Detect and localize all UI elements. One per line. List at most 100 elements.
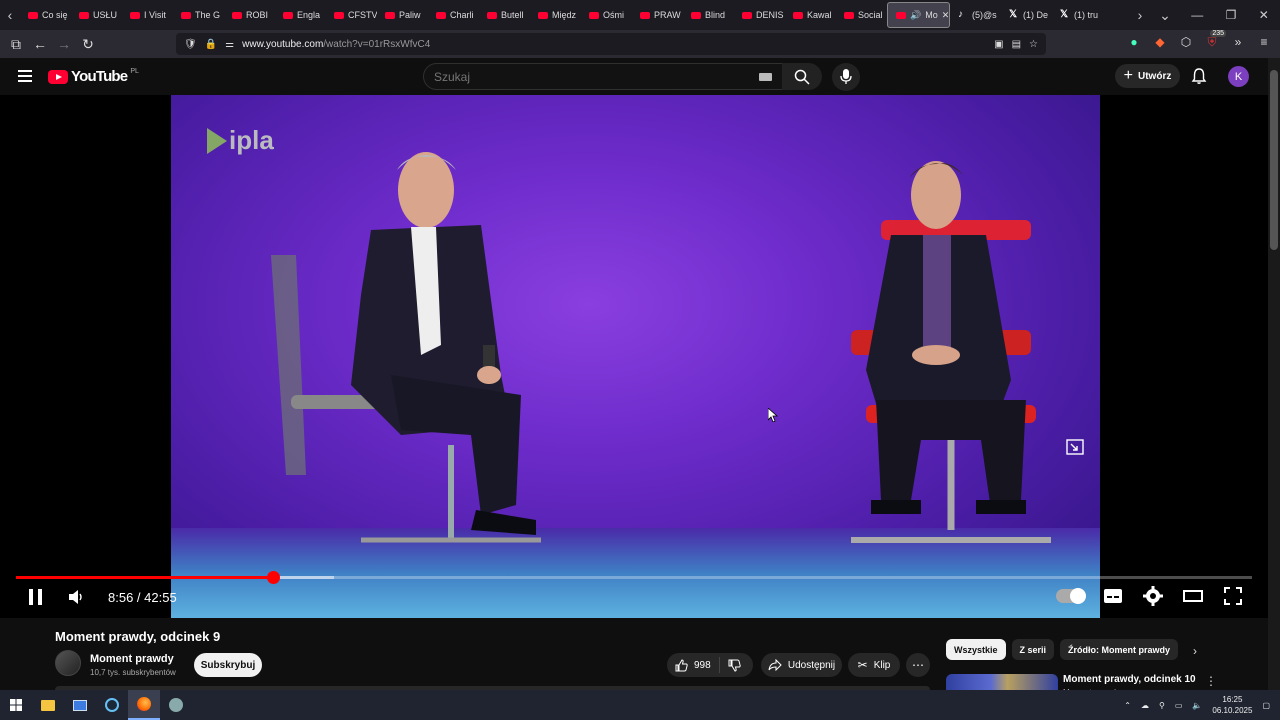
miniplayer-icon[interactable]	[1066, 439, 1084, 455]
more-actions-button[interactable]: ⋯	[906, 653, 930, 677]
theater-mode-icon[interactable]	[1182, 585, 1204, 607]
tabs-scroll-right-icon[interactable]: ›	[1130, 0, 1150, 30]
sidebar-toggle-icon[interactable]: ⧉	[4, 32, 28, 56]
chips-next-icon[interactable]: ›	[1193, 644, 1197, 658]
page-scrollbar[interactable]	[1268, 58, 1280, 690]
tab-3[interactable]: The G	[173, 2, 224, 28]
tab-10[interactable]: Międz	[530, 2, 581, 28]
back-icon[interactable]: ←	[28, 32, 52, 56]
tab-extra-2[interactable]: 𝕏 (1) tru	[1052, 2, 1103, 28]
clip-button[interactable]: ✂ Klip	[848, 653, 900, 677]
account-avatar[interactable]: K	[1228, 66, 1249, 87]
reload-icon[interactable]: ↻	[76, 32, 100, 56]
like-button[interactable]: 998	[667, 657, 720, 673]
permissions-icon[interactable]: ⚌	[225, 39, 234, 50]
tabs-scroll-left-icon[interactable]: ‹	[0, 0, 20, 30]
remote-desktop-icon[interactable]	[64, 690, 96, 720]
fullscreen-icon[interactable]	[1222, 585, 1244, 607]
channel-name[interactable]: Moment prawdy	[90, 653, 174, 665]
tab-8[interactable]: Charli	[428, 2, 479, 28]
tab-14[interactable]: DENIS	[734, 2, 785, 28]
volume-icon[interactable]	[68, 589, 84, 605]
file-explorer-icon[interactable]	[32, 690, 64, 720]
pause-icon[interactable]	[28, 588, 44, 606]
usb-icon[interactable]: ⚲	[1159, 701, 1165, 710]
picture-in-picture-icon[interactable]: ▣	[994, 39, 1003, 50]
app-icon[interactable]	[160, 690, 192, 720]
url-bar[interactable]: 🛡 🔒 ⚌ www.youtube.com/watch?v=01rRsxWfvC…	[176, 33, 1046, 55]
bookmark-star-icon[interactable]: ☆	[1029, 39, 1038, 50]
tray-expand-icon[interactable]: ⌃	[1124, 701, 1131, 710]
tab-15[interactable]: Kawal	[785, 2, 836, 28]
scrollbar-thumb[interactable]	[1270, 70, 1278, 250]
tab-4[interactable]: ROBI	[224, 2, 275, 28]
shield-icon[interactable]: 🛡	[184, 39, 197, 50]
ublock-icon[interactable]: ⛨ 235	[1204, 30, 1226, 51]
app-menu-icon[interactable]: ≡	[1256, 33, 1272, 51]
reader-view-icon[interactable]: ▤	[1012, 39, 1021, 50]
scrubber-handle[interactable]	[267, 571, 281, 584]
tab-16[interactable]: Social	[836, 2, 887, 28]
channel-avatar[interactable]	[55, 650, 81, 676]
steam-icon[interactable]	[96, 690, 128, 720]
subtitles-icon[interactable]	[1102, 585, 1124, 607]
search-box[interactable]	[423, 63, 783, 90]
recommended-title[interactable]: Moment prawdy, odcinek 10	[1063, 674, 1196, 685]
tab-9[interactable]: Butell	[479, 2, 530, 28]
subscribe-button[interactable]: Subskrybuj	[194, 653, 262, 677]
tab-7[interactable]: Paliw	[377, 2, 428, 28]
tab-active[interactable]: 🔊 Mo ✕	[887, 2, 950, 28]
progress-bar[interactable]	[16, 571, 1252, 584]
overflow-chevron-icon[interactable]: »	[1230, 33, 1246, 51]
youtube-logo[interactable]: YouTube PL	[48, 68, 139, 85]
tab-extra-1[interactable]: 𝕏 (1) De	[1001, 2, 1052, 28]
url-text[interactable]: www.youtube.com/watch?v=01rRsxWfvC4	[242, 39, 430, 50]
lock-icon[interactable]: 🔒	[205, 39, 217, 50]
settings-gear-icon[interactable]	[1142, 585, 1164, 607]
vpn-extension-icon[interactable]: ●	[1126, 33, 1142, 51]
tab-13[interactable]: Blind	[683, 2, 734, 28]
speaker-icon[interactable]: 🔈	[1192, 701, 1202, 710]
video-player[interactable]: ipla 8:56 / 42:55	[0, 95, 1268, 618]
tab-6[interactable]: CFSTV	[326, 2, 377, 28]
tab-12[interactable]: PRAW	[632, 2, 683, 28]
tab-1[interactable]: USŁU	[71, 2, 122, 28]
recommended-more-icon[interactable]: ⋮	[1205, 674, 1217, 688]
notifications-bell-icon[interactable]	[1190, 67, 1208, 85]
close-tab-icon[interactable]: ✕	[942, 10, 949, 21]
extensions-icon[interactable]: ⬡	[1178, 33, 1194, 51]
forward-icon[interactable]: →	[52, 32, 76, 56]
close-window-icon[interactable]: ✕	[1259, 8, 1269, 22]
voice-search-button[interactable]	[832, 63, 860, 91]
tab-extra-0[interactable]: ♪ (5)@s	[950, 2, 1001, 28]
tab-label: USŁU	[93, 10, 118, 20]
tab-list-chevron-icon[interactable]: ⌄	[1150, 0, 1180, 30]
firefox-icon[interactable]	[128, 690, 160, 720]
tab-11[interactable]: Ośmi	[581, 2, 632, 28]
recommended-thumbnail[interactable]	[946, 674, 1058, 690]
onedrive-icon[interactable]: ☁	[1141, 701, 1149, 710]
share-button[interactable]: Udostępnij	[761, 653, 842, 677]
guide-menu-icon[interactable]	[18, 70, 32, 85]
windows-start-icon[interactable]	[0, 690, 32, 720]
clock[interactable]: 16:25 06.10.2025	[1212, 694, 1252, 716]
filter-chip[interactable]: Źródło: Moment prawdy	[1060, 639, 1179, 660]
filter-chip[interactable]: Z serii	[1011, 639, 1055, 660]
tab-0[interactable]: Co się	[20, 2, 71, 28]
fox-extension-icon[interactable]: ◆	[1152, 33, 1168, 51]
audio-playing-icon[interactable]: 🔊	[910, 10, 921, 21]
autoplay-toggle[interactable]	[1056, 588, 1086, 604]
keyboard-icon[interactable]	[759, 73, 772, 81]
search-button[interactable]	[782, 63, 822, 90]
minimize-icon[interactable]: —	[1191, 8, 1203, 22]
tab-2[interactable]: I Visit	[122, 2, 173, 28]
filter-chip[interactable]: Wszystkie	[946, 639, 1006, 660]
create-button[interactable]: + Utwórz	[1115, 64, 1180, 88]
dislike-button[interactable]	[720, 659, 749, 672]
search-input[interactable]	[434, 69, 734, 84]
restore-icon[interactable]: ❐	[1226, 8, 1237, 22]
notifications-icon[interactable]: ▢	[1262, 701, 1270, 710]
tab-5[interactable]: Engla	[275, 2, 326, 28]
video-frame[interactable]: ipla	[171, 95, 1100, 618]
network-icon[interactable]: ▭	[1175, 701, 1183, 710]
